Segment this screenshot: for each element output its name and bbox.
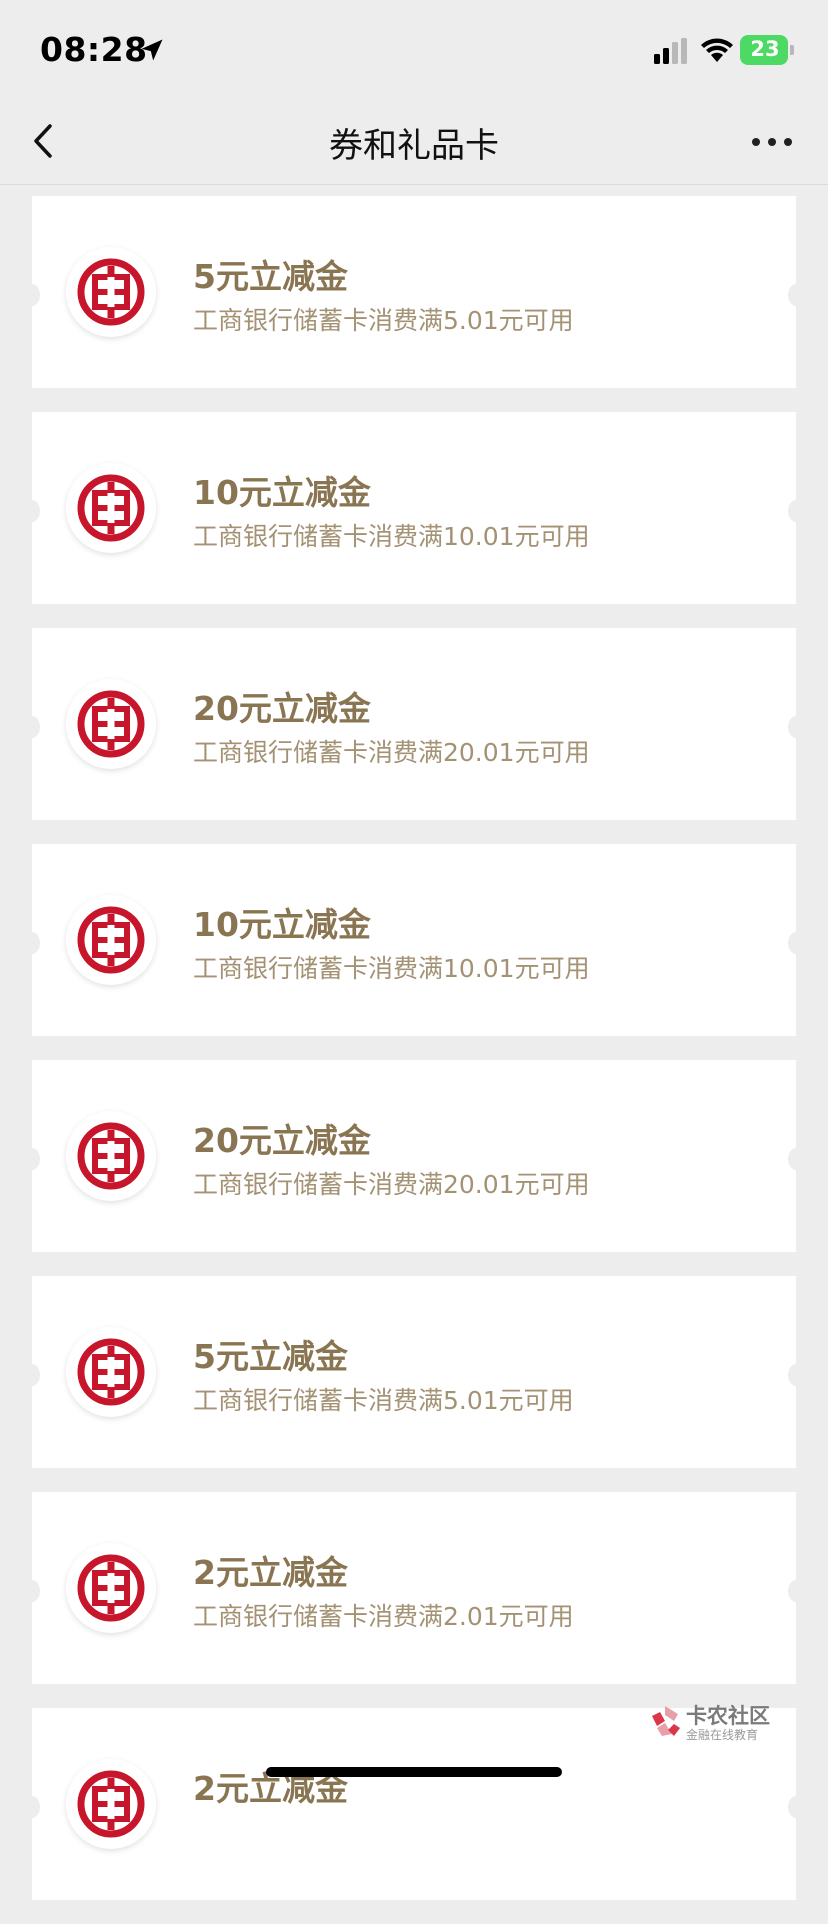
icbc-logo-icon: [66, 1327, 156, 1417]
coupon-card[interactable]: 5元立减金 工商银行储蓄卡消费满5.01元可用: [24, 1276, 804, 1468]
coupon-description: 工商银行储蓄卡消费满2.01元可用: [193, 1602, 574, 1631]
coupon-list: 5元立减金 工商银行储蓄卡消费满5.01元可用 10元立减金 工商银行储蓄卡消费…: [0, 196, 828, 1924]
icbc-logo-icon: [66, 247, 156, 337]
more-dots-icon[interactable]: [748, 122, 796, 162]
card-notch: [24, 1148, 40, 1170]
watermark: 卡农社区 金融在线教育: [648, 1700, 778, 1744]
coupon-title: 2元立减金: [193, 1553, 348, 1592]
coupon-title: 20元立减金: [193, 1121, 371, 1160]
location-arrow-icon: [141, 39, 163, 61]
coupon-card[interactable]: 20元立减金 工商银行储蓄卡消费满20.01元可用: [24, 628, 804, 820]
wifi-icon: [701, 38, 733, 62]
status-bar: 08:28 23: [0, 0, 828, 100]
card-notch: [24, 284, 40, 306]
coupon-title: 10元立减金: [193, 473, 371, 512]
coupon-description: 工商银行储蓄卡消费满20.01元可用: [193, 1170, 590, 1199]
coupon-card[interactable]: 20元立减金 工商银行储蓄卡消费满20.01元可用: [24, 1060, 804, 1252]
coupon-description: 工商银行储蓄卡消费满10.01元可用: [193, 954, 590, 983]
card-notch: [24, 1796, 40, 1818]
coupon-title: 5元立减金: [193, 1337, 348, 1376]
card-notch: [24, 1580, 40, 1602]
watermark-subtitle: 金融在线教育: [686, 1728, 759, 1742]
page-title: 券和礼品卡: [329, 126, 499, 166]
icbc-logo-icon: [66, 1111, 156, 1201]
card-notch: [788, 1364, 804, 1386]
card-notch: [24, 716, 40, 738]
coupon-card[interactable]: 5元立减金 工商银行储蓄卡消费满5.01元可用: [24, 196, 804, 388]
more-dot: [752, 138, 760, 146]
icbc-logo-icon: [66, 679, 156, 769]
cellular-signal-icon: [654, 38, 687, 64]
card-notch: [788, 1796, 804, 1818]
battery-cap: [790, 45, 794, 55]
coupon-description: 工商银行储蓄卡消费满10.01元可用: [193, 522, 590, 551]
coupon-description: 工商银行储蓄卡消费满20.01元可用: [193, 738, 590, 767]
card-notch: [788, 1148, 804, 1170]
card-notch: [24, 932, 40, 954]
battery-body: 23: [740, 35, 788, 65]
card-notch: [788, 284, 804, 306]
coupon-title: 20元立减金: [193, 689, 371, 728]
icbc-logo-icon: [66, 1759, 156, 1849]
battery-level: 23: [750, 37, 780, 61]
card-notch: [24, 1364, 40, 1386]
coupon-title: 10元立减金: [193, 905, 371, 944]
status-time: 08:28: [40, 30, 148, 69]
home-indicator[interactable]: [266, 1767, 562, 1777]
kanong-logo-icon: [652, 1706, 680, 1736]
more-dot: [768, 138, 776, 146]
card-notch: [788, 1580, 804, 1602]
card-notch: [788, 932, 804, 954]
coupon-card[interactable]: 2元立减金 工商银行储蓄卡消费满2.01元可用: [24, 1492, 804, 1684]
card-notch: [788, 716, 804, 738]
card-notch: [24, 500, 40, 522]
coupon-title: 5元立减金: [193, 257, 348, 296]
coupon-card[interactable]: 10元立减金 工商银行储蓄卡消费满10.01元可用: [24, 412, 804, 604]
icbc-logo-icon: [66, 1543, 156, 1633]
card-notch: [788, 500, 804, 522]
coupon-description: 工商银行储蓄卡消费满5.01元可用: [193, 306, 574, 335]
battery-charging-icon: 23: [740, 35, 794, 65]
icbc-logo-icon: [66, 463, 156, 553]
coupon-card[interactable]: 10元立减金 工商银行储蓄卡消费满10.01元可用: [24, 844, 804, 1036]
nav-bar: 券和礼品卡: [0, 100, 828, 185]
more-dot: [784, 138, 792, 146]
coupon-description: 工商银行储蓄卡消费满5.01元可用: [193, 1386, 574, 1415]
icbc-logo-icon: [66, 895, 156, 985]
